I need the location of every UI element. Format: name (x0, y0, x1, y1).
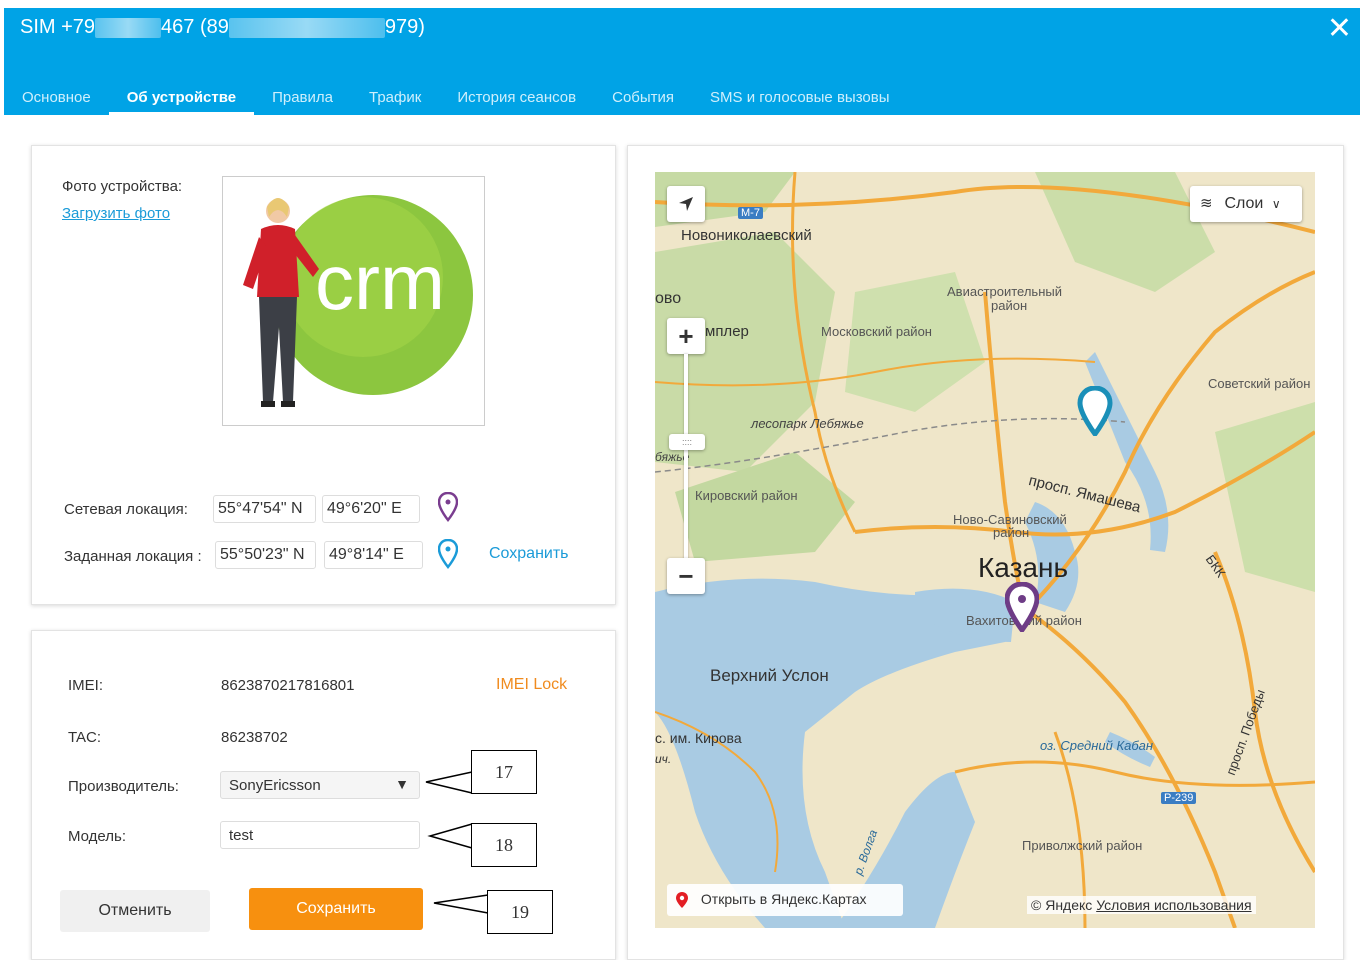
map-label: ич. (655, 752, 672, 766)
zoom-slider-track[interactable] (684, 354, 688, 564)
map-label: Новониколаевский (681, 227, 812, 244)
layers-button[interactable]: ≋ Слои ∨ (1190, 186, 1302, 222)
map-label: Казань (978, 552, 1069, 583)
map-label: район (993, 525, 1030, 540)
map-label: район (991, 298, 1028, 313)
open-yandex-maps-link[interactable]: Открыть в Яндекс.Картах (667, 884, 903, 916)
chevron-down-icon: ∨ (1271, 197, 1281, 211)
callout-18: 18 (471, 823, 537, 867)
map-copyright: © Яндекс Условия использования (1027, 896, 1256, 914)
map-label: Авиастроительный (947, 284, 1062, 299)
terms-of-use-link[interactable]: Условия использования (1096, 897, 1251, 913)
callout-19: 19 (487, 890, 553, 934)
map-label: Советский район (1208, 376, 1311, 391)
zoom-in-button[interactable]: + (667, 318, 705, 354)
blue-location-marker-icon[interactable] (1077, 386, 1113, 436)
zoom-slider-handle[interactable]: :::: (669, 434, 705, 450)
map-label: оз. Средний Кабан (1040, 738, 1154, 753)
map-label: ово (655, 290, 682, 307)
layers-icon: ≋ (1200, 195, 1213, 212)
yandex-pin-icon (676, 892, 688, 909)
navigation-arrow-icon (679, 197, 693, 211)
purple-location-marker-icon[interactable] (1005, 582, 1039, 632)
map-label: Кировский район (695, 488, 798, 503)
geolocation-button[interactable] (667, 186, 705, 222)
layers-label: Слои (1224, 195, 1264, 212)
zoom-out-button[interactable]: − (667, 558, 705, 594)
map-label: Приволжский район (1022, 838, 1143, 853)
road-r239-label: Р-239 (1161, 792, 1197, 804)
map-label: мплер (705, 323, 749, 340)
open-yandex-label: Открыть в Яндекс.Картах (700, 891, 867, 907)
map-label: Верхний Услон (710, 666, 829, 685)
yandex-map[interactable]: М-7 Р-239 Новониколаевский ово мплер Мос… (655, 172, 1315, 928)
callout-17: 17 (471, 750, 537, 794)
map-label: с. им. Кирова (655, 730, 742, 746)
map-label: Московский район (821, 324, 932, 339)
road-m7-label: М-7 (738, 207, 763, 219)
map-label: лесопарк Лебяжье (751, 416, 864, 431)
